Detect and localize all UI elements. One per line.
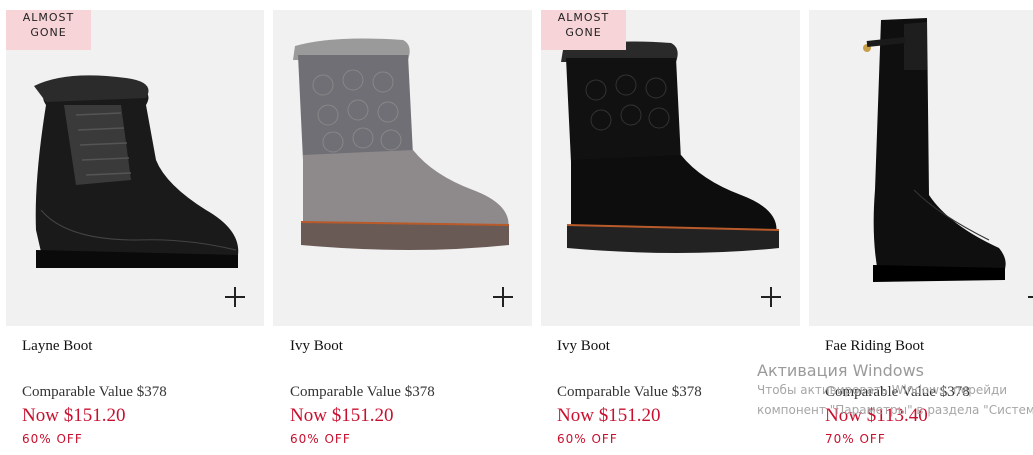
- almost-gone-badge: ALMOST GONE: [6, 10, 91, 50]
- product-card[interactable]: Ivy Boot Comparable Value $378 Now $151.…: [266, 0, 534, 455]
- product-name[interactable]: Ivy Boot: [290, 338, 343, 355]
- quick-add-plus-icon[interactable]: [1028, 287, 1033, 307]
- discount-label: 60% OFF: [557, 432, 618, 446]
- sale-price: Now $151.20: [290, 405, 394, 426]
- comparable-value: Comparable Value $378: [22, 384, 167, 400]
- comparable-value: Comparable Value $378: [557, 384, 702, 400]
- comparable-value: Comparable Value $378: [290, 384, 435, 400]
- comparable-value: Comparable Value $378: [825, 384, 970, 400]
- sale-price: Now $151.20: [22, 405, 126, 426]
- product-name[interactable]: Fae Riding Boot: [825, 338, 924, 355]
- product-name[interactable]: Ivy Boot: [557, 338, 610, 355]
- product-image[interactable]: [809, 10, 1033, 326]
- product-card[interactable]: ALMOST GONE Ivy Boot Comparable Value $37…: [534, 0, 802, 455]
- quick-add-plus-icon[interactable]: [225, 287, 245, 307]
- product-image[interactable]: [541, 10, 800, 326]
- discount-label: 60% OFF: [290, 432, 351, 446]
- sale-price: Now $151.20: [557, 405, 661, 426]
- product-name[interactable]: Layne Boot: [22, 338, 92, 355]
- quick-add-plus-icon[interactable]: [493, 287, 513, 307]
- discount-label: 70% OFF: [825, 432, 886, 446]
- product-card[interactable]: Fae Riding Boot Comparable Value $378 No…: [802, 0, 1033, 455]
- almost-gone-badge: ALMOST GONE: [541, 10, 626, 50]
- product-grid: ALMOST GONE Layne Boot Comparable Value $…: [0, 0, 1033, 455]
- boot-image: [34, 75, 239, 268]
- boot-image: [293, 38, 510, 250]
- product-card[interactable]: ALMOST GONE Layne Boot Comparable Value $…: [0, 0, 266, 455]
- discount-label: 60% OFF: [22, 432, 83, 446]
- quick-add-plus-icon[interactable]: [761, 287, 781, 307]
- product-image[interactable]: [273, 10, 532, 326]
- product-image[interactable]: [6, 10, 264, 326]
- boot-image: [863, 18, 1006, 282]
- sale-price: Now $113.40: [825, 405, 928, 426]
- boot-image: [561, 41, 780, 253]
